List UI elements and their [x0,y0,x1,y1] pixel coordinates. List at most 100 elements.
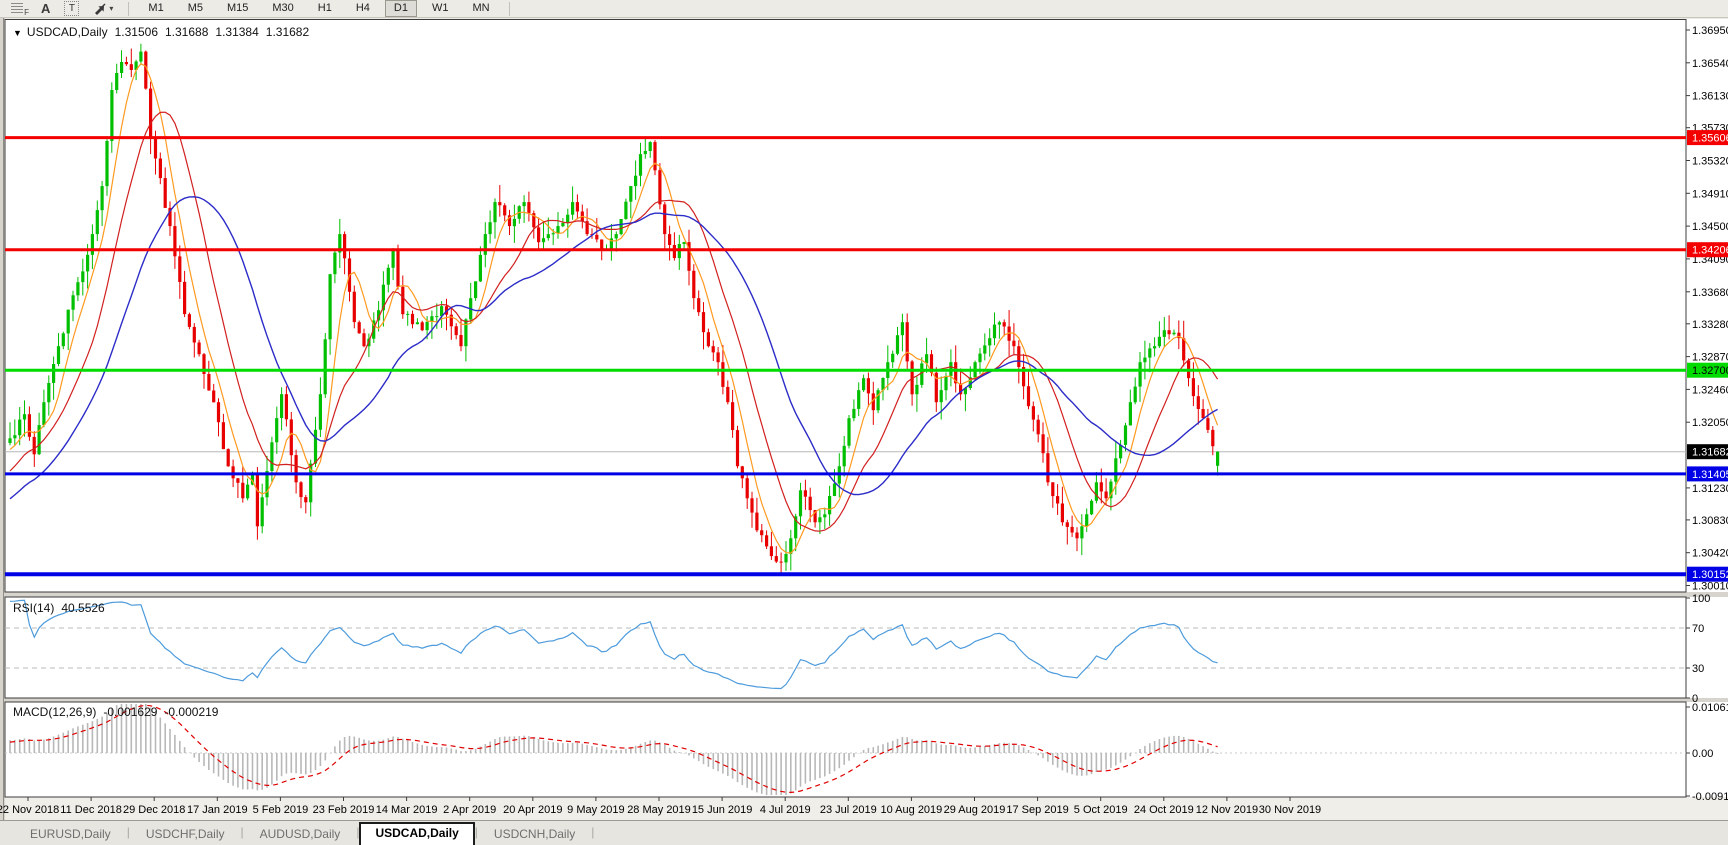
svg-text:1.34206: 1.34206 [1692,245,1728,257]
svg-text:1.32050: 1.32050 [1692,417,1728,429]
text-label-icon[interactable]: A [36,1,55,16]
timeframe-h1[interactable]: H1 [309,0,341,17]
bid-price-badge: 1.31682 [1687,444,1728,460]
price-badge: 1.35606 [1687,130,1728,146]
svg-text:10 Aug 2019: 10 Aug 2019 [881,804,943,816]
rsi-value: 40.5526 [61,601,105,615]
timeframe-d1[interactable]: D1 [384,0,417,17]
timeframe-m15[interactable]: M15 [218,0,257,17]
rsi-name: RSI(14) [13,601,55,615]
timeframe-group: M1 M5 M15 M30 H1 H4 D1 W1 MN [139,0,498,17]
collapse-arrow-icon: ▼ [13,28,22,38]
svg-text:17 Jan 2019: 17 Jan 2019 [187,804,248,816]
tab-usdcad[interactable]: USDCAD,Daily [359,822,475,845]
high-value: 1.31688 [165,25,209,39]
svg-text:5 Feb 2019: 5 Feb 2019 [253,804,309,816]
svg-text:0.00: 0.00 [1692,748,1713,760]
svg-text:14 Mar 2019: 14 Mar 2019 [376,804,438,816]
grid-f-icon[interactable]: F [6,1,32,17]
svg-text:1.36950: 1.36950 [1692,25,1728,37]
svg-text:22 Nov 2018: 22 Nov 2018 [0,804,59,816]
svg-text:1.31682: 1.31682 [1692,447,1728,459]
price-badge: 1.32700 [1687,362,1728,378]
chart-title: ▼ USDCAD,Daily 1.31506 1.31688 1.31384 1.3168… [13,25,316,39]
svg-text:1.33680: 1.33680 [1692,287,1728,299]
symbol-label: USDCAD,Daily [26,25,108,39]
open-value: 1.31506 [114,25,158,39]
svg-text:12 Nov 2019: 12 Nov 2019 [1196,804,1258,816]
tab-audusd[interactable]: AUDUSD,Daily [244,824,357,845]
svg-text:17 Sep 2019: 17 Sep 2019 [1006,804,1068,816]
svg-text:1.35606: 1.35606 [1692,133,1728,145]
timeframe-m1[interactable]: M1 [139,0,172,17]
macd-main-value: -0.001629 [103,705,158,719]
timeframe-w1[interactable]: W1 [423,0,458,17]
timeframe-m5[interactable]: M5 [179,0,212,17]
arrows-icon [95,3,106,15]
chart-tab-bar: EURUSD,Daily | USDCHF,Daily | AUDUSD,Daily | U… [0,820,1728,845]
svg-text:1.32700: 1.32700 [1692,365,1728,377]
price-badge: 1.30152 [1687,566,1728,582]
macd-label: MACD(12,26,9) -0.001629 -0.000219 [13,705,225,719]
svg-text:28 May 2019: 28 May 2019 [627,804,691,816]
timeframe-h4[interactable]: H4 [347,0,379,17]
chart-canvas[interactable]: 1.369501.365401.361301.357301.353201.349… [0,0,1728,845]
chevron-down-icon: ▾ [109,4,114,13]
price-badge: 1.31405 [1687,466,1728,482]
price-badge: 1.34206 [1687,242,1728,258]
tab-eurusd[interactable]: EURUSD,Daily [14,824,127,845]
svg-text:1.34500: 1.34500 [1692,221,1728,233]
svg-text:23 Jul 2019: 23 Jul 2019 [820,804,877,816]
panel-splitter[interactable] [0,592,1728,597]
svg-text:4 Jul 2019: 4 Jul 2019 [760,804,811,816]
shapes-dropdown[interactable]: ▾ [88,1,118,16]
rsi-panel[interactable] [4,596,1687,699]
svg-text:1.32870: 1.32870 [1692,352,1728,364]
svg-text:1.32460: 1.32460 [1692,384,1728,396]
rsi-label: RSI(14) 40.5526 [13,601,112,615]
tab-separator: | [591,825,595,839]
low-value: 1.31384 [215,25,259,39]
grid-icon: F [11,3,29,17]
svg-text:29 Aug 2019: 29 Aug 2019 [944,804,1006,816]
svg-text:30: 30 [1692,663,1704,675]
tab-usdchf[interactable]: USDCHF,Daily [130,824,241,845]
svg-text:1.36540: 1.36540 [1692,58,1728,70]
svg-text:1.31405: 1.31405 [1692,469,1728,481]
svg-text:20 Apr 2019: 20 Apr 2019 [503,804,562,816]
svg-text:1.30830: 1.30830 [1692,515,1728,527]
text-box-icon[interactable]: T [59,1,84,16]
svg-text:100: 100 [1692,593,1710,605]
top-toolbar: F A T ▾ M1 M5 M15 M30 H1 H4 D1 W1 MN [0,0,1728,18]
timeframe-mn[interactable]: MN [463,0,498,17]
svg-text:70: 70 [1692,623,1704,635]
svg-text:1.33280: 1.33280 [1692,319,1728,331]
svg-text:1.30152: 1.30152 [1692,569,1728,581]
close-value: 1.31682 [265,25,310,39]
toolbar-separator [508,1,510,16]
svg-text:1.30420: 1.30420 [1692,548,1728,560]
svg-text:23 Feb 2019: 23 Feb 2019 [313,804,375,816]
svg-text:1.36130: 1.36130 [1692,91,1728,103]
tab-usdcnh[interactable]: USDCNH,Daily [478,824,591,845]
svg-text:15 Jun 2019: 15 Jun 2019 [692,804,753,816]
macd-signal-value: -0.000219 [164,705,219,719]
toolbar-separator [128,1,130,16]
timeframe-m30[interactable]: M30 [263,0,302,17]
svg-text:-0.009181: -0.009181 [1692,791,1728,803]
macd-name: MACD(12,26,9) [13,705,97,719]
svg-text:0.010615: 0.010615 [1692,702,1728,714]
panel-splitter[interactable] [0,698,1728,702]
svg-text:2 Apr 2019: 2 Apr 2019 [443,804,496,816]
svg-text:5 Oct 2019: 5 Oct 2019 [1074,804,1128,816]
svg-text:1.30010: 1.30010 [1692,581,1728,593]
svg-text:30 Nov 2019: 30 Nov 2019 [1259,804,1321,816]
svg-text:1.35320: 1.35320 [1692,156,1728,168]
svg-text:11 Dec 2018: 11 Dec 2018 [60,804,122,816]
svg-text:1.34910: 1.34910 [1692,188,1728,200]
svg-text:9 May 2019: 9 May 2019 [567,804,624,816]
svg-text:24 Oct 2019: 24 Oct 2019 [1134,804,1194,816]
svg-text:29 Dec 2018: 29 Dec 2018 [123,804,185,816]
svg-text:1.31230: 1.31230 [1692,483,1728,495]
window-left-edge [0,18,5,820]
